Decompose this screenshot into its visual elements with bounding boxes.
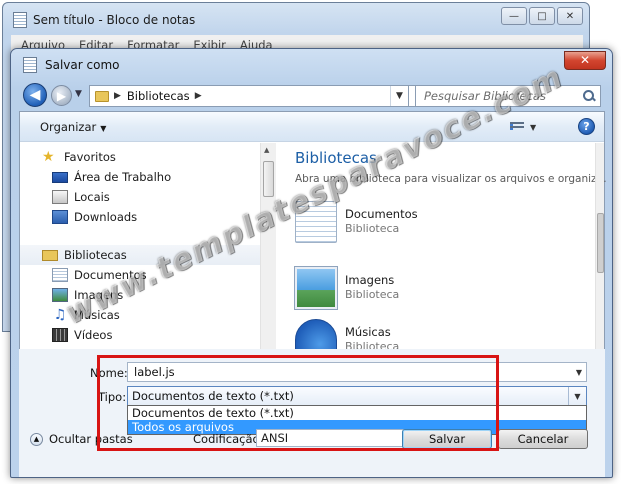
change-view-icon — [510, 121, 524, 133]
hide-folders-label: Ocultar pastas — [49, 432, 133, 446]
dialog-title: Salvar como — [45, 58, 120, 72]
notepad-window-controls: — □ ✕ — [501, 7, 583, 25]
file-type-label: Tipo: — [98, 390, 127, 404]
file-name-input[interactable] — [132, 364, 552, 380]
file-type-value: Documentos de texto (*.txt) — [132, 389, 294, 403]
forward-button[interactable]: ▶ — [51, 85, 72, 106]
hide-folders-button[interactable]: ▲ Ocultar pastas — [30, 432, 133, 446]
scroll-up-icon[interactable]: ▲ — [264, 146, 269, 154]
file-type-option-txt[interactable]: Documentos de texto (*.txt) — [128, 406, 586, 420]
save-button[interactable]: Salvar — [402, 429, 492, 449]
nav-area-de-trabalho[interactable]: Área de Trabalho — [52, 167, 284, 187]
star-icon: ★ — [42, 149, 55, 165]
breadcrumb-chevron-icon[interactable]: ▶ — [114, 91, 121, 101]
maximize-button[interactable]: □ — [529, 7, 555, 25]
nav-musicas-label: Músicas — [74, 308, 120, 322]
content-title: Bibliotecas — [295, 149, 377, 167]
content-scroll-thumb[interactable] — [597, 213, 604, 273]
pictures-icon — [52, 288, 68, 302]
nav-area-de-trabalho-label: Área de Trabalho — [74, 170, 172, 184]
cancel-button[interactable]: Cancelar — [498, 429, 588, 449]
libraries-folder-icon — [95, 90, 109, 102]
address-dropdown-icon[interactable]: ▼ — [390, 86, 408, 106]
dialog-close-button[interactable]: ✕ — [564, 51, 606, 70]
nav-downloads-label: Downloads — [74, 210, 138, 224]
file-name-dropdown-icon[interactable]: ▼ — [576, 368, 582, 377]
library-documentos[interactable]: Documentos Biblioteca — [295, 201, 565, 247]
nav-locais[interactable]: Locais — [52, 187, 284, 207]
library-type: Biblioteca — [345, 222, 400, 235]
organize-dropdown-icon: ▼ — [100, 124, 107, 133]
nav-bibliotecas[interactable]: Bibliotecas — [20, 245, 260, 265]
nav-favoritos-label: Favoritos — [64, 150, 116, 164]
nav-locais-label: Locais — [74, 190, 110, 204]
views-button[interactable]: ▼ — [510, 120, 544, 134]
images-library-icon — [294, 266, 338, 310]
nav-musicas[interactable]: ♫ Músicas — [52, 305, 284, 325]
command-toolbar: Organizar ▼ ▼ ? — [20, 112, 604, 142]
organize-label: Organizar — [40, 120, 97, 134]
file-type-dropdown-icon[interactable]: ▼ — [568, 387, 586, 405]
back-arrow-icon: ◀ — [29, 87, 41, 103]
nav-imagens-label: Imagens — [74, 288, 124, 302]
breadcrumb-bibliotecas[interactable]: Bibliotecas — [127, 89, 190, 103]
downloads-icon — [52, 210, 68, 224]
library-type: Biblioteca — [345, 288, 400, 301]
search-input[interactable] — [422, 88, 572, 104]
navigation-scroll-thumb[interactable] — [263, 161, 274, 197]
nav-documentos-label: Documentos — [74, 268, 147, 282]
file-name-combobox[interactable]: ▼ — [127, 362, 587, 382]
file-name-label: Nome: — [90, 366, 128, 380]
library-imagens[interactable]: Imagens Biblioteca — [294, 266, 565, 313]
recent-places-icon — [52, 190, 68, 204]
nav-favoritos[interactable]: ★ Favoritos — [42, 147, 274, 167]
nav-imagens[interactable]: Imagens — [52, 285, 284, 305]
documents-library-icon — [295, 201, 337, 243]
search-icon[interactable] — [582, 89, 596, 103]
music-icon: ♫ — [53, 307, 67, 323]
forward-arrow-icon: ▶ — [56, 88, 67, 103]
nav-bibliotecas-label: Bibliotecas — [64, 248, 127, 262]
back-button[interactable]: ◀ — [23, 83, 47, 107]
organize-button[interactable]: Organizar ▼ — [40, 120, 106, 134]
encoding-label: Codificação: — [193, 432, 264, 446]
dialog-notepad-icon — [23, 57, 37, 73]
content-subtitle: Abra uma biblioteca para visualizar os a… — [295, 173, 607, 185]
library-name: Músicas — [345, 325, 391, 339]
address-bar[interactable]: ▶ Bibliotecas ▶ ▼ — [89, 85, 409, 107]
nav-videos-label: Vídeos — [74, 328, 113, 342]
search-box[interactable] — [415, 85, 601, 107]
nav-downloads[interactable]: Downloads — [52, 207, 284, 227]
views-dropdown-icon[interactable]: ▼ — [530, 123, 536, 132]
recent-locations-chevron-icon[interactable]: ▼ — [75, 89, 82, 99]
file-type-select[interactable]: Documentos de texto (*.txt) ▼ — [127, 386, 587, 406]
nav-videos[interactable]: Vídeos — [52, 325, 284, 345]
libraries-icon — [42, 249, 58, 261]
notepad-title: Sem título - Bloco de notas — [33, 13, 196, 27]
documents-icon — [52, 268, 68, 282]
breadcrumb-separator-icon[interactable]: ▶ — [195, 91, 202, 101]
library-name: Documentos — [345, 207, 418, 221]
desktop-icon — [52, 172, 68, 183]
chevron-up-icon: ▲ — [30, 432, 43, 446]
notepad-icon — [13, 12, 27, 28]
minimize-button[interactable]: — — [501, 7, 527, 25]
library-name: Imagens — [345, 273, 395, 287]
help-icon[interactable]: ? — [578, 118, 595, 135]
nav-documentos[interactable]: Documentos — [52, 265, 284, 285]
close-button[interactable]: ✕ — [557, 7, 583, 25]
videos-icon — [52, 328, 68, 342]
encoding-select[interactable]: ANSI — [256, 429, 406, 447]
